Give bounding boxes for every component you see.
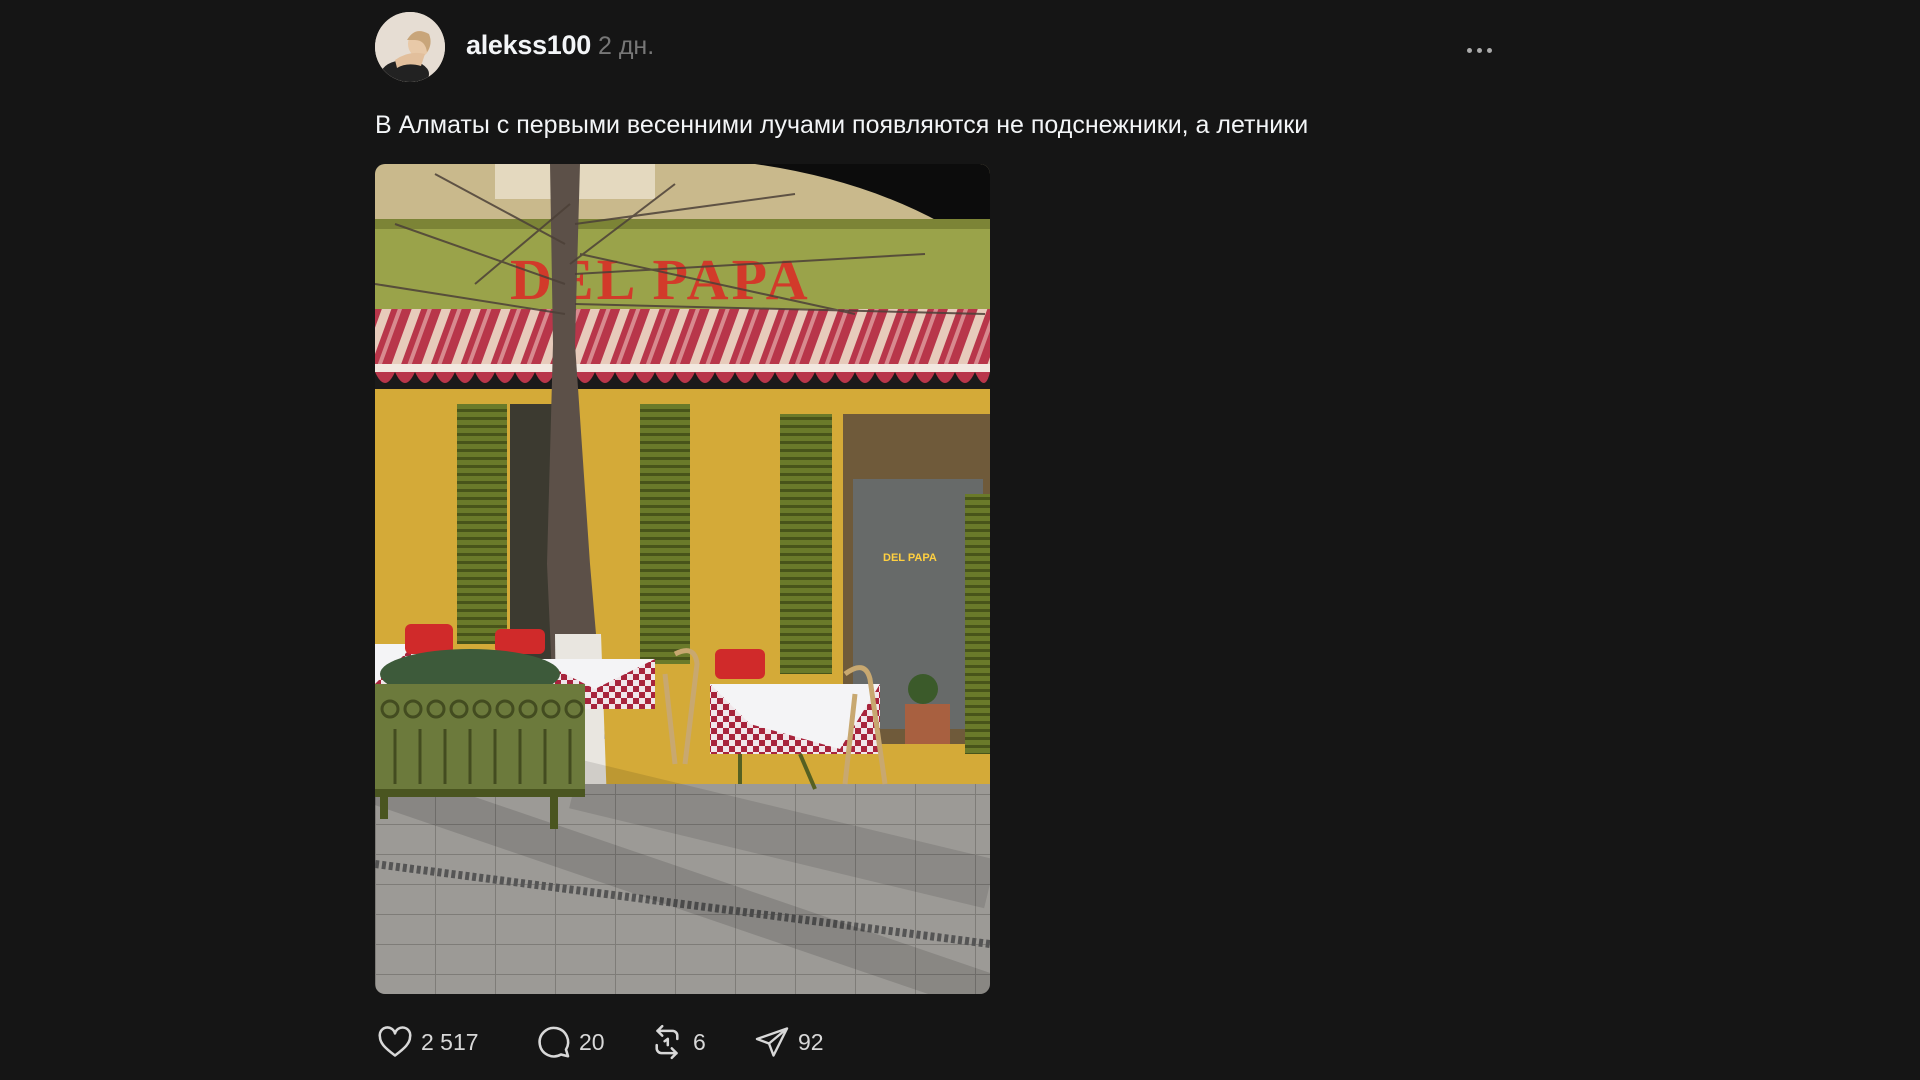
like-count: 2 517 (421, 1028, 479, 1055)
share-count: 92 (798, 1028, 824, 1055)
post-text: В Алматы с первыми весенними лучами появ… (375, 111, 1309, 139)
post-card: alekss100 2 дн. В Алматы с первыми весен… (375, 12, 1495, 1072)
comment-button[interactable]: 20 (533, 1020, 605, 1064)
share-button[interactable]: 92 (752, 1020, 824, 1064)
avatar[interactable] (375, 12, 445, 82)
svg-text:DEL PAPA: DEL PAPA (883, 552, 937, 564)
username[interactable]: alekss100 (466, 30, 591, 61)
repost-button[interactable]: 6 (647, 1020, 706, 1064)
cafe-photo: DEL PAPA DEL PAPA (375, 164, 990, 994)
comment-count: 20 (579, 1028, 605, 1055)
post-timestamp: 2 дн. (598, 32, 655, 60)
send-icon (752, 1022, 792, 1062)
like-button[interactable]: 2 517 (375, 1020, 479, 1064)
post-header: alekss100 2 дн. (375, 12, 1495, 84)
post-actions: 2 517 20 6 92 (375, 1020, 975, 1064)
repost-icon (647, 1022, 687, 1062)
post-photo[interactable]: DEL PAPA DEL PAPA (375, 164, 990, 994)
heart-icon (375, 1022, 415, 1062)
avatar-image (375, 12, 445, 82)
more-options-icon[interactable] (1463, 38, 1497, 62)
repost-count: 6 (693, 1028, 706, 1055)
comment-icon (533, 1022, 573, 1062)
